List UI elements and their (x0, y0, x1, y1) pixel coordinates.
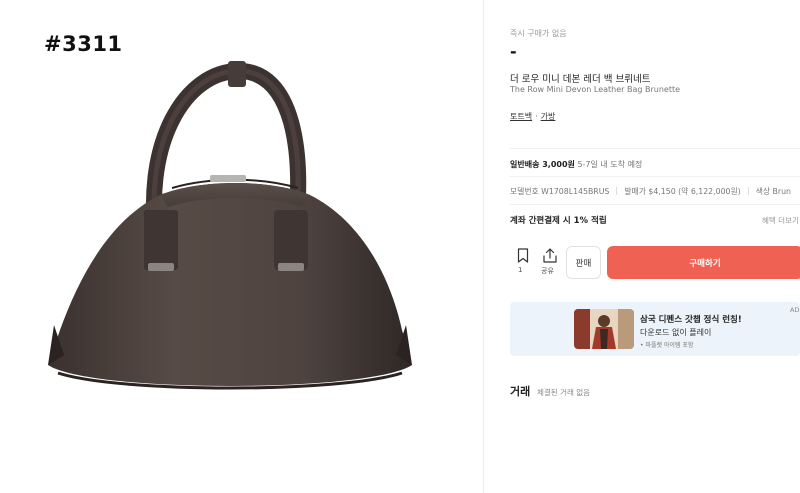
ad-title: 삼국 디펜스 갓챕 정식 런칭! (640, 315, 742, 325)
product-code: #3311 (44, 32, 123, 56)
shipping-label: 일반배송 3,000원 (510, 160, 575, 169)
share-button[interactable] (541, 248, 559, 267)
divider (510, 148, 800, 149)
ad-banner[interactable]: 삼국 디펜스 갓챕 정식 런칭! 다운로드 없이 플레이 • 파플랫 아이템 포… (510, 302, 800, 356)
immediate-price-label: 즉시 구매가 없음 (510, 29, 567, 38)
trades-title: 거래 (510, 385, 531, 398)
category-link-tote[interactable]: 토트백 (510, 112, 532, 121)
ad-thumbnail (574, 309, 634, 349)
color-spec: 색상 Brun (755, 187, 791, 196)
action-row: 1 공유 판매 구매하기 (510, 244, 800, 282)
price-value: - (510, 42, 517, 61)
shipping-info: 일반배송 3,000원 5-7일 내 도착 예정 (510, 159, 642, 170)
benefit-more-link[interactable]: 혜택 더보기 (762, 215, 799, 226)
shipping-eta: 5-7일 내 도착 예정 (577, 160, 643, 169)
breadcrumb: 토트백 · 가방 (510, 111, 555, 122)
share-label: 공유 (541, 267, 554, 275)
trades-empty-text: 체결된 거래 없음 (537, 388, 591, 397)
payment-benefit: 계좌 간편결제 시 1% 적립 (510, 216, 607, 226)
release-price: 발매가 $4,150 (약 6,122,000원) (624, 187, 741, 196)
spec-divider (616, 187, 618, 195)
product-info-pane: 즉시 구매가 없음 - 더 로우 미니 데본 레더 백 브뤼네트 The Row… (484, 0, 800, 493)
divider (510, 204, 800, 205)
buy-button[interactable]: 구매하기 (607, 246, 800, 279)
bookmark-button[interactable] (516, 248, 530, 267)
product-title-english: The Row Mini Devon Leather Bag Brunette (510, 85, 681, 94)
ad-subtitle: 다운로드 없이 플레이 (640, 328, 712, 337)
breadcrumb-separator: · (535, 112, 538, 121)
divider (510, 176, 800, 177)
bookmark-icon (517, 248, 529, 263)
share-icon (543, 248, 557, 263)
product-image-pane: #3311 (0, 0, 482, 493)
ad-badge: AD (790, 306, 800, 314)
product-title-korean: 더 로우 미니 데본 레더 백 브뤼네트 (510, 74, 651, 85)
bookmark-count: 1 (518, 266, 523, 274)
spec-divider (747, 187, 749, 195)
product-specs: 모델번호 W1708L145BRUS 발매가 $4,150 (약 6,122,00… (510, 186, 794, 197)
sell-button[interactable]: 판매 (566, 246, 601, 279)
category-link-bag[interactable]: 가방 (541, 112, 556, 121)
model-number: 모델번호 W1708L145BRUS (510, 187, 610, 196)
ad-note: • 파플랫 아이템 포함 (640, 342, 694, 349)
product-image[interactable] (40, 55, 420, 405)
